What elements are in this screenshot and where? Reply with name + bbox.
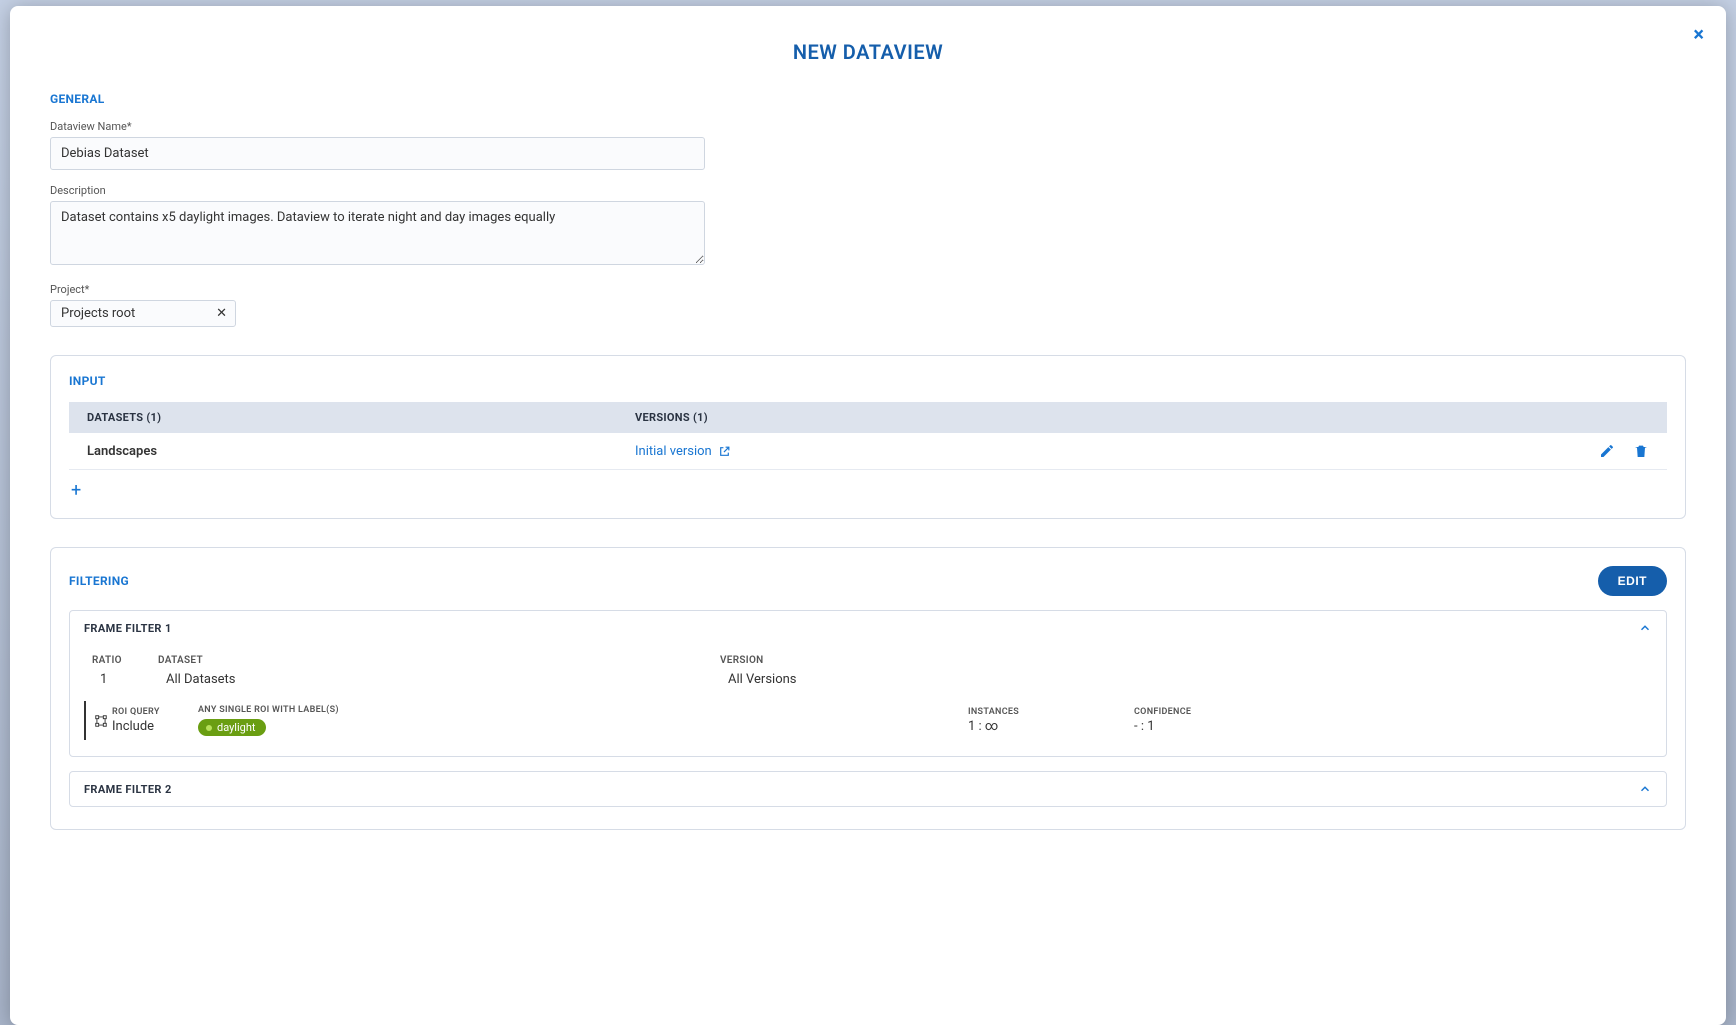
filtering-heading: FILTERING <box>69 574 129 588</box>
input-table-header: DATASETS (1) VERSIONS (1) <box>69 402 1667 433</box>
dataview-name-input[interactable] <box>50 137 705 170</box>
roi-query-label: ROI QUERY <box>112 707 198 717</box>
description-label: Description <box>50 184 1686 197</box>
close-button[interactable]: × <box>1693 24 1704 44</box>
input-row: Landscapes Initial version <box>69 433 1667 470</box>
dataset-name: Landscapes <box>87 444 635 459</box>
general-heading: GENERAL <box>50 92 1686 106</box>
input-section: INPUT DATASETS (1) VERSIONS (1) Landscap… <box>50 355 1686 519</box>
filter-version-label: VERSION <box>720 655 1644 666</box>
modal-title: NEW DATAVIEW <box>50 40 1686 64</box>
filter-version-value: All Versions <box>720 672 1644 687</box>
project-clear-icon[interactable]: ✕ <box>216 306 227 321</box>
input-heading: INPUT <box>69 374 1667 388</box>
dataview-name-label: Dataview Name* <box>50 120 1686 133</box>
input-table: DATASETS (1) VERSIONS (1) Landscapes Ini… <box>69 402 1667 500</box>
version-link[interactable]: Initial version <box>635 444 712 459</box>
roi-query-value: Include <box>112 719 198 734</box>
versions-column-header: VERSIONS (1) <box>635 411 1649 424</box>
frame-filter-2: FRAME FILTER 2 <box>69 771 1667 807</box>
roi-icon <box>94 714 108 728</box>
filtering-section: FILTERING EDIT FRAME FILTER 1 RATIO 1 DA… <box>50 547 1686 830</box>
delete-row-icon[interactable] <box>1633 443 1649 459</box>
instances-value: 1 : ∞ <box>968 719 1134 734</box>
ratio-label: RATIO <box>92 655 158 666</box>
roi-query-row: ROI QUERY Include ANY SINGLE ROI WITH LA… <box>84 701 1652 740</box>
description-input[interactable] <box>50 201 705 265</box>
edit-row-icon[interactable] <box>1599 443 1615 459</box>
project-label: Project* <box>50 283 1686 296</box>
datasets-column-header: DATASETS (1) <box>87 411 635 424</box>
new-dataview-modal: × NEW DATAVIEW GENERAL Dataview Name* De… <box>10 6 1726 1025</box>
roi-labels-label: ANY SINGLE ROI WITH LABEL(S) <box>198 705 968 715</box>
external-link-icon[interactable] <box>718 445 731 458</box>
add-dataset-button[interactable]: + <box>69 470 1667 500</box>
frame-filter-1-title: FRAME FILTER 1 <box>84 622 172 635</box>
tag-dot-icon <box>206 725 212 731</box>
collapse-filter-2-icon[interactable] <box>1638 782 1652 796</box>
filter-dataset-value: All Datasets <box>158 672 720 687</box>
roi-label-tag: daylight <box>198 719 266 736</box>
confidence-label: CONFIDENCE <box>1134 707 1254 717</box>
collapse-filter-1-icon[interactable] <box>1638 621 1652 635</box>
general-section: GENERAL Dataview Name* Description Proje… <box>50 92 1686 327</box>
edit-filtering-button[interactable]: EDIT <box>1598 566 1667 596</box>
instances-label: INSTANCES <box>968 707 1134 717</box>
ratio-value: 1 <box>92 672 158 687</box>
frame-filter-1: FRAME FILTER 1 RATIO 1 DATASET All Datas… <box>69 610 1667 757</box>
tag-text: daylight <box>217 721 256 734</box>
confidence-value: - : 1 <box>1134 719 1254 734</box>
project-select[interactable]: Projects root ✕ <box>50 300 236 327</box>
frame-filter-2-title: FRAME FILTER 2 <box>84 783 172 796</box>
filter-dataset-label: DATASET <box>158 655 720 666</box>
project-value: Projects root <box>61 306 135 321</box>
